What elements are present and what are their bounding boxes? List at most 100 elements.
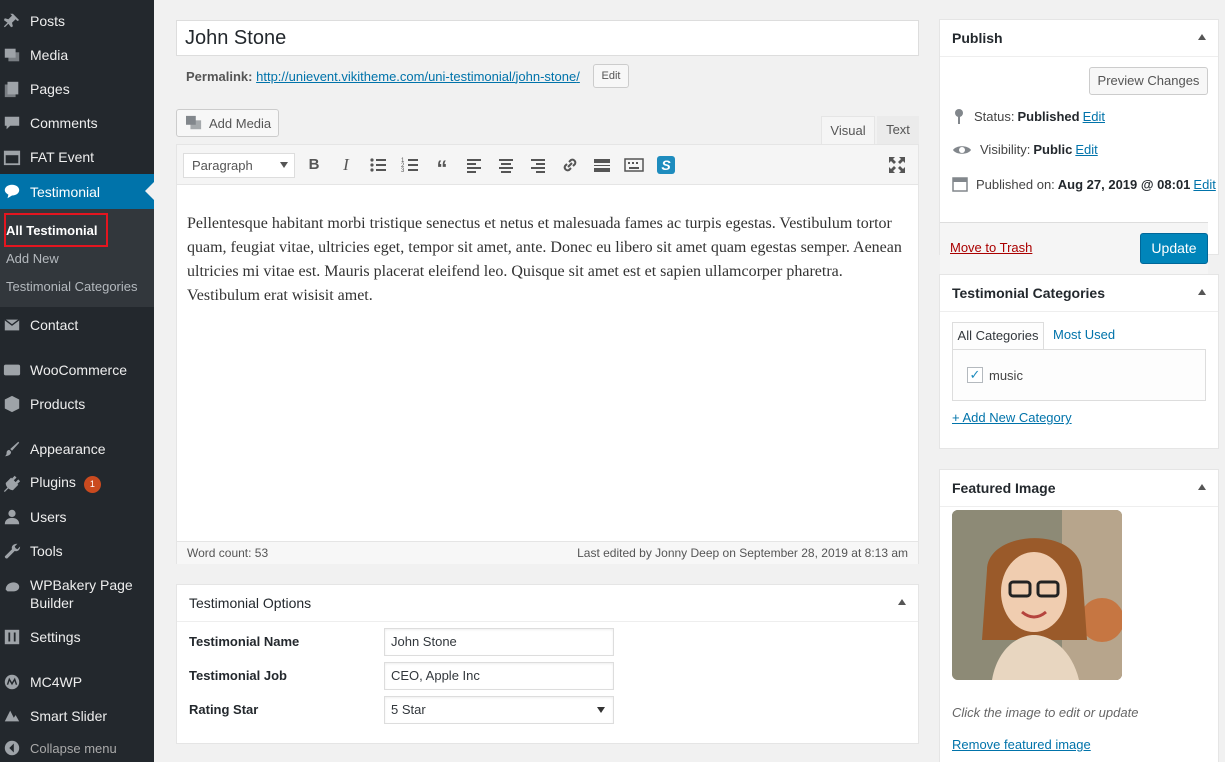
calendar-icon	[3, 150, 21, 166]
box-title: Featured Image	[952, 480, 1056, 496]
remove-featured-image-link[interactable]: Remove featured image	[952, 737, 1091, 752]
menu-label: Media	[30, 47, 69, 63]
menu-item-pages[interactable]: Pages	[0, 72, 154, 106]
collapse-toggle-icon[interactable]	[1198, 484, 1206, 490]
menu-item-smart-slider[interactable]: Smart Slider	[0, 699, 154, 733]
woo-icon	[3, 364, 21, 376]
featured-image[interactable]	[952, 510, 1122, 680]
menu-item-settings[interactable]: Settings	[0, 620, 154, 654]
visibility-edit-link[interactable]: Edit	[1075, 142, 1097, 157]
collapse-toggle-icon[interactable]	[1198, 289, 1206, 295]
published-edit-link[interactable]: Edit	[1193, 177, 1215, 192]
word-count: Word count: 53	[187, 546, 269, 560]
editor-content[interactable]: Pellentesque habitant morbi tristique se…	[187, 212, 912, 308]
fullscreen-icon[interactable]	[887, 155, 907, 175]
bold-icon[interactable]: B	[304, 155, 324, 175]
brush-icon	[4, 441, 20, 457]
menu-item-testimonial[interactable]: Testimonial	[0, 174, 154, 209]
box-icon	[4, 395, 20, 413]
categories-header[interactable]: Testimonial Categories	[940, 275, 1218, 312]
permalink-link[interactable]: http://unievent.vikitheme.com/uni-testim…	[256, 69, 580, 84]
blockquote-icon[interactable]: “	[432, 155, 452, 181]
menu-item-users[interactable]: Users	[0, 500, 154, 534]
visibility-value: Public	[1033, 142, 1073, 157]
comment-icon	[4, 116, 20, 130]
user-icon	[4, 509, 20, 525]
shortcode-plugin-icon[interactable]: S	[657, 156, 675, 174]
wrench-icon	[4, 543, 21, 559]
box-title: Publish	[952, 30, 1003, 46]
pin-icon	[3, 13, 20, 28]
post-title-input[interactable]: John Stone	[176, 20, 919, 56]
rating-star-select[interactable]: 5 Star	[384, 696, 614, 724]
tab-visual[interactable]: Visual	[821, 116, 875, 144]
menu-item-media[interactable]: Media	[0, 38, 154, 72]
submenu-testimonial-categories[interactable]: Testimonial Categories	[6, 279, 138, 294]
add-media-button[interactable]: Add Media	[176, 109, 279, 137]
menu-label: Tools	[30, 543, 63, 559]
menu-item-comments[interactable]: Comments	[0, 106, 154, 140]
menu-label: Settings	[30, 629, 81, 645]
bullet-list-icon[interactable]	[368, 155, 388, 175]
featured-image-header[interactable]: Featured Image	[940, 470, 1218, 507]
permalink-trail: /	[576, 69, 580, 84]
menu-item-mc4wp[interactable]: MC4WP	[0, 665, 154, 699]
preview-changes-button[interactable]: Preview Changes	[1089, 67, 1208, 95]
permalink-row: Permalink: http://unievent.vikitheme.com…	[186, 69, 580, 84]
menu-item-appearance[interactable]: Appearance	[0, 432, 154, 466]
menu-item-posts[interactable]: Posts	[0, 4, 154, 38]
format-select[interactable]: Paragraph	[183, 153, 295, 178]
rating-star-value: 5 Star	[391, 702, 426, 717]
testimonial-job-label: Testimonial Job	[189, 668, 287, 683]
tab-most-used[interactable]: Most Used	[1053, 322, 1133, 350]
mail-icon	[4, 319, 20, 331]
menu-label: Plugins 1	[30, 474, 101, 493]
link-icon[interactable]	[560, 155, 580, 175]
submenu-add-new[interactable]: Add New	[6, 251, 59, 266]
status-edit-link[interactable]: Edit	[1083, 109, 1105, 124]
menu-item-products[interactable]: Products	[0, 387, 154, 421]
category-checkbox[interactable]: ✓	[967, 367, 983, 383]
tab-text[interactable]: Text	[877, 116, 919, 144]
publish-header[interactable]: Publish	[940, 20, 1218, 57]
permalink-edit-button[interactable]: Edit	[593, 64, 629, 88]
menu-item-contact[interactable]: Contact	[0, 308, 154, 342]
tab-all-categories[interactable]: All Categories	[952, 322, 1044, 350]
slider-icon	[4, 710, 20, 722]
menu-item-plugins[interactable]: Plugins 1	[0, 466, 154, 500]
menu-item-tools[interactable]: Tools	[0, 534, 154, 568]
keyboard-icon[interactable]	[624, 155, 644, 175]
add-new-category-link[interactable]: + Add New Category	[952, 410, 1072, 425]
menu-item-wpbakery[interactable]: WPBakery Page Builder	[0, 568, 154, 620]
visibility-row: Visibility: Public Edit	[952, 142, 1098, 157]
status-label: Status:	[974, 108, 1015, 124]
featured-image-hint: Click the image to edit or update	[952, 705, 1139, 720]
collapse-toggle-icon[interactable]	[1198, 34, 1206, 40]
collapse-toggle-icon[interactable]	[898, 599, 906, 605]
plugins-label: Plugins	[30, 473, 76, 490]
testimonial-job-input[interactable]: CEO, Apple Inc	[384, 662, 614, 690]
status-row: Status: Published Edit	[952, 108, 1105, 124]
update-button[interactable]: Update	[1140, 233, 1208, 264]
box-title: Testimonial Categories	[952, 285, 1106, 301]
testimonial-options-header[interactable]: Testimonial Options	[177, 585, 918, 622]
italic-icon[interactable]: I	[336, 155, 356, 175]
menu-item-woocommerce[interactable]: WooCommerce	[0, 353, 154, 387]
menu-label: Posts	[30, 13, 66, 29]
move-to-trash-link[interactable]: Move to Trash	[950, 240, 1032, 255]
box-title: Testimonial Options	[189, 595, 312, 611]
calendar-icon	[952, 177, 968, 192]
testimonial-categories-box: Testimonial Categories All Categories Mo…	[939, 274, 1219, 449]
numbered-list-icon[interactable]: 123	[400, 155, 420, 175]
align-right-icon[interactable]	[528, 155, 548, 175]
permalink-slug: john-stone	[515, 69, 577, 84]
align-left-icon[interactable]	[464, 155, 484, 175]
collapse-arrow-icon	[4, 740, 20, 756]
rating-star-label: Rating Star	[189, 702, 259, 717]
testimonial-name-input[interactable]: John Stone	[384, 628, 614, 656]
menu-item-fat-event[interactable]: FAT Event	[0, 140, 154, 174]
collapse-menu[interactable]: Collapse menu	[0, 733, 154, 762]
permalink-base: http://unievent.vikitheme.com/uni-testim…	[256, 69, 516, 84]
align-center-icon[interactable]	[496, 155, 516, 175]
read-more-icon[interactable]	[592, 155, 612, 175]
